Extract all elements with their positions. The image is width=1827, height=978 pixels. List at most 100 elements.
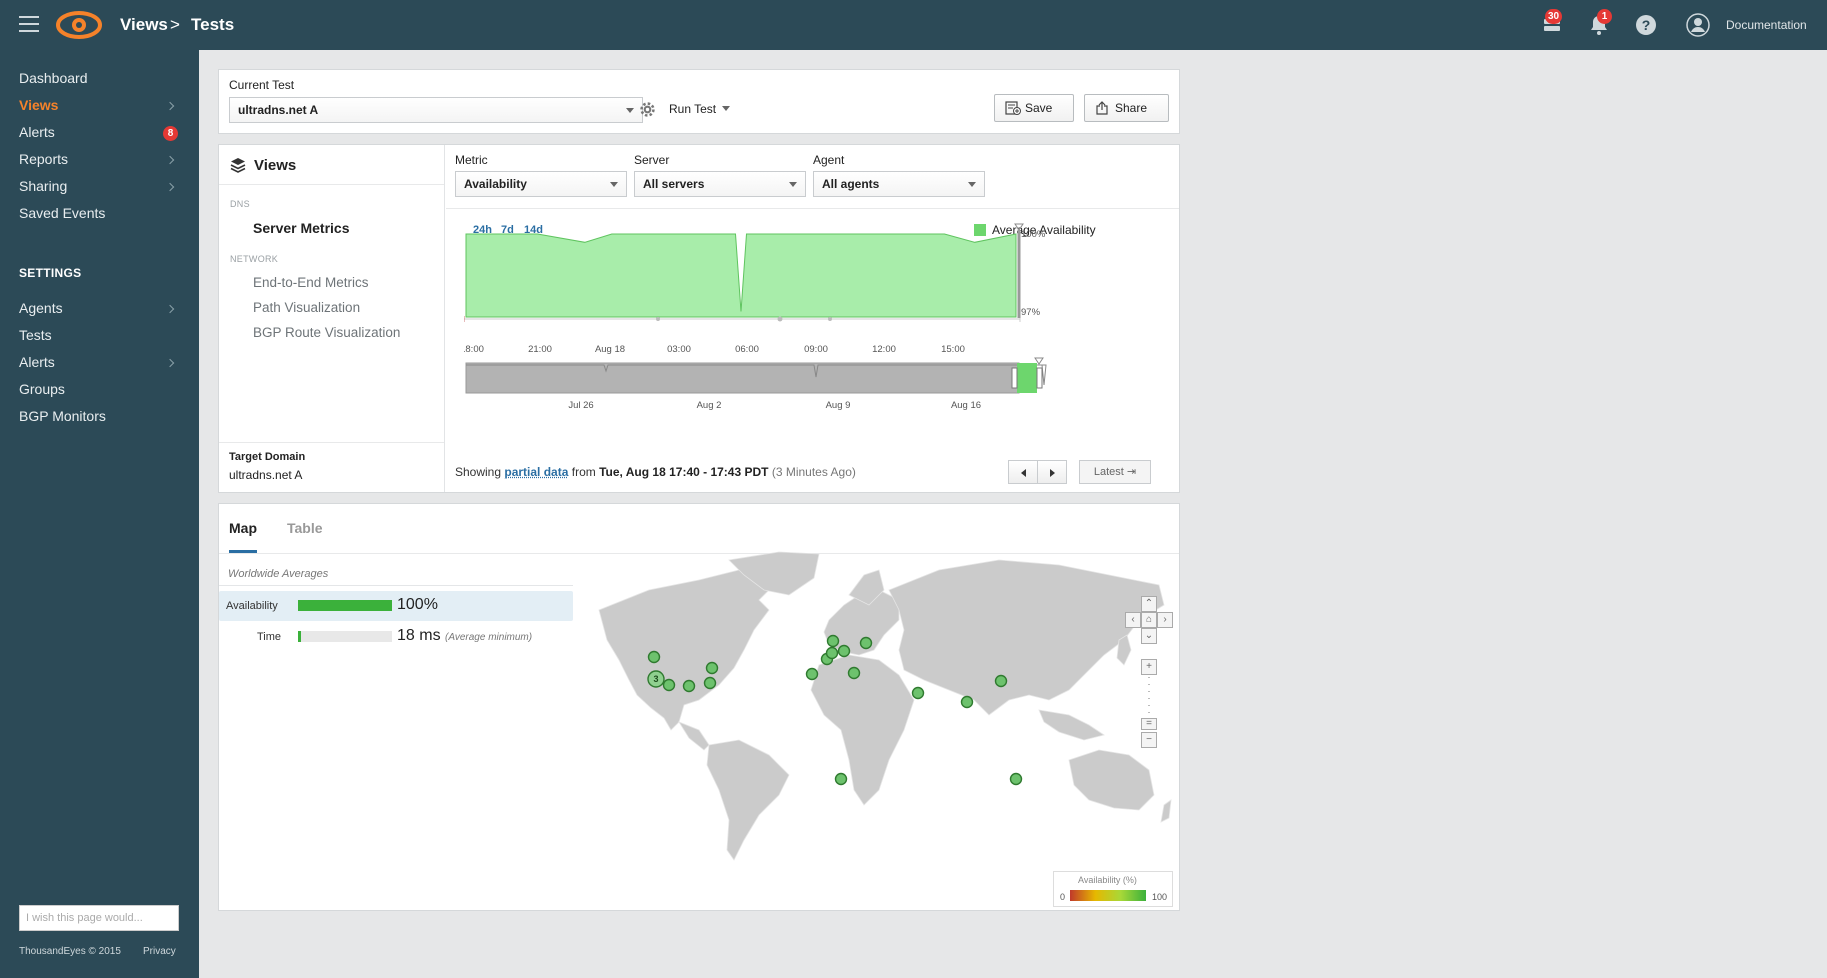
event-marker[interactable] [656,317,660,321]
central-america [678,721,710,751]
agent-marker[interactable] [911,686,925,700]
metric-value: Availability [464,177,527,191]
zoom-out-icon[interactable]: − [1141,732,1157,748]
cluster-count: 3 [653,674,658,684]
documentation-link[interactable]: Documentation [1726,18,1807,32]
selection-handle-left[interactable] [1011,367,1018,389]
south-america [706,739,790,861]
zoom-in-icon[interactable]: + [1141,659,1157,675]
australia [1068,749,1155,811]
metric-select[interactable]: Availability [455,171,627,197]
alerts-badge: 1 [1597,9,1612,24]
partial-data-link[interactable]: partial data [504,465,568,479]
agent-marker[interactable] [662,678,676,692]
next-button[interactable] [1037,460,1067,484]
view-item-bgp-route-visualization[interactable]: BGP Route Visualization [253,325,400,340]
agent-marker[interactable] [647,650,661,664]
y-tick-label: 100% [1021,229,1046,240]
pan-down-icon[interactable]: ⌄ [1141,628,1157,644]
sidebar-item-alerts[interactable]: Alerts [19,124,55,140]
view-item-path-visualization[interactable]: Path Visualization [253,300,360,315]
event-marker[interactable] [777,316,783,322]
event-marker[interactable] [828,317,832,321]
sidebar-item-settings-alerts[interactable]: Alerts [19,354,55,370]
x-axis-labels: 18:00 21:00 Aug 18 03:00 06:00 09:00 12:00 15:0… [464,344,965,355]
agent-marker[interactable] [682,679,696,693]
sidebar-item-tests[interactable]: Tests [19,327,52,343]
time-row[interactable]: Time 18 ms (Average minimum) [219,622,573,652]
agent-marker[interactable] [960,695,974,709]
availability-timeline-chart[interactable]: 100%97% 18:0021:00Aug 1803:0006:0009:001… [464,205,1169,437]
previous-button[interactable] [1008,460,1038,484]
availability-value: 100% [397,596,438,613]
feedback-input[interactable] [19,905,179,931]
time-bar [298,631,392,642]
sidebar-item-views[interactable]: Views [19,97,58,113]
home-icon[interactable]: ⌂ [1141,612,1157,628]
user-avatar-icon[interactable] [1686,13,1710,37]
svg-text:?: ? [1642,17,1651,33]
latest-button[interactable]: Latest ⇥ [1079,460,1151,484]
privacy-link[interactable]: Privacy [143,946,176,957]
run-test-dropdown[interactable]: Run Test [669,102,731,116]
sidebar-item-reports[interactable]: Reports [19,151,68,167]
x-tick-label: 03:00 [667,344,691,355]
overview-area[interactable] [465,362,1020,394]
menu-icon[interactable] [19,16,39,32]
help-icon[interactable]: ? [1634,13,1658,37]
chevron-down-icon [968,182,976,187]
agent-marker[interactable] [847,666,861,680]
agent-select[interactable]: All agents [813,171,985,197]
tab-map[interactable]: Map [229,520,257,536]
agent-marker[interactable] [837,644,851,658]
sidebar-item-saved-events[interactable]: Saved Events [19,205,105,221]
worldwide-averages-label: Worldwide Averages [228,568,329,580]
layers-icon [230,158,246,173]
x-tick-label: 15:00 [941,344,965,355]
chevron-down-icon [626,108,634,113]
agent-marker[interactable] [703,676,717,690]
agent-label: Agent [813,153,845,167]
save-button[interactable]: Save [994,94,1074,122]
sidebar-item-dashboard[interactable]: Dashboard [19,70,88,86]
divider [219,585,573,586]
sidebar-item-agents[interactable]: Agents [19,300,63,316]
save-icon [1005,101,1021,115]
server-select[interactable]: All servers [634,171,806,197]
pan-right-icon[interactable]: › [1157,612,1173,628]
agent-marker[interactable] [1009,772,1023,786]
target-domain-label: Target Domain [229,451,306,463]
x-tick-label: 12:00 [872,344,896,355]
breadcrumb-views[interactable]: Views [120,15,168,35]
pan-left-icon[interactable]: ‹ [1125,612,1141,628]
thousandeyes-logo[interactable] [56,9,102,41]
agent-marker[interactable] [994,674,1008,688]
showing-range: Tue, Aug 18 17:40 - 17:43 PDT [599,465,769,479]
agent-marker[interactable] [826,634,840,648]
view-item-server-metrics[interactable]: Server Metrics [253,220,350,236]
sidebar-item-bgp-monitors[interactable]: BGP Monitors [19,408,106,424]
agent-marker[interactable] [834,772,848,786]
current-test-value: ultradns.net A [238,103,319,117]
agent-marker[interactable] [805,667,819,681]
tab-table[interactable]: Table [287,520,323,536]
sidebar-item-groups[interactable]: Groups [19,381,65,397]
selection-handle-right[interactable] [1036,367,1043,389]
group-heading-network: NETWORK [230,254,279,264]
agent-marker[interactable] [859,636,873,650]
pan-up-icon[interactable]: ⌃ [1141,596,1157,612]
current-test-select[interactable]: ultradns.net A [229,97,643,123]
agent-marker[interactable] [825,646,839,660]
chevron-down-icon [610,182,618,187]
share-button[interactable]: Share [1084,94,1169,122]
north-america [598,567,780,731]
gear-icon[interactable] [639,101,656,118]
x-tick-label: 09:00 [804,344,828,355]
view-item-end-to-end-metrics[interactable]: End-to-End Metrics [253,275,369,290]
overview-selection[interactable] [1017,363,1037,393]
sidebar-item-sharing[interactable]: Sharing [19,178,67,194]
agent-marker[interactable] [705,661,719,675]
world-map[interactable]: 3 [579,550,1179,866]
zoom-slider-handle[interactable]: = [1141,718,1157,730]
availability-row[interactable]: Availability 100% [219,591,573,621]
